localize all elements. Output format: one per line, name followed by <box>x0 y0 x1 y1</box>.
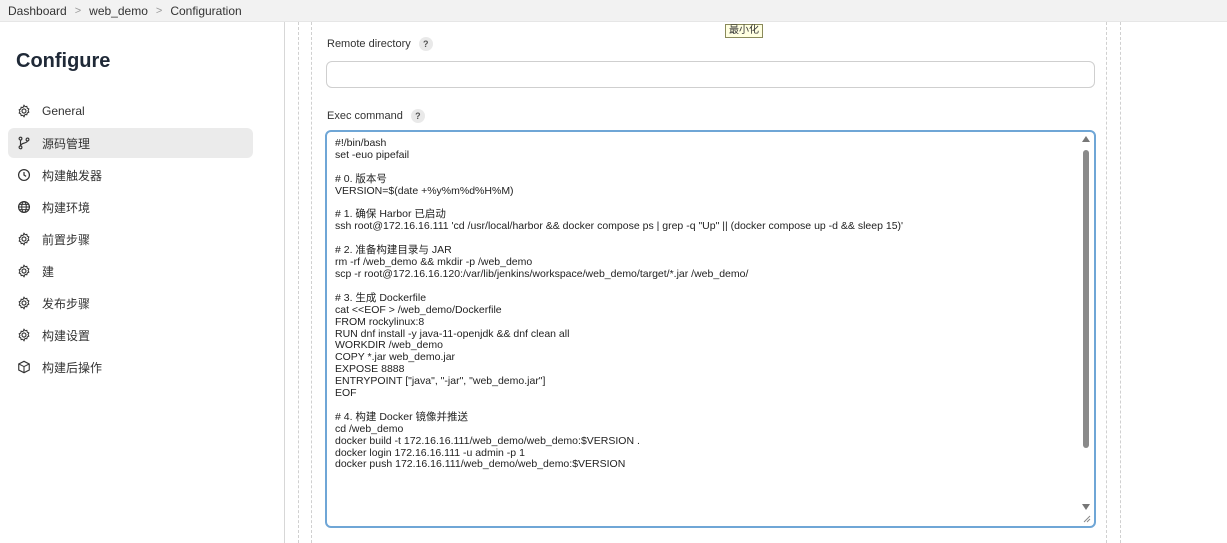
gear-icon <box>16 231 32 247</box>
section-border-left-inner <box>311 22 312 543</box>
tooltip: 最小化 <box>725 24 763 38</box>
sidebar-item-label: 构建触发器 <box>42 168 103 183</box>
sidebar-item-label: 构建环境 <box>42 200 91 215</box>
remote-directory-label: Remote directory ? <box>327 37 433 51</box>
sidebar-item-pre-steps[interactable]: 前置步骤 <box>8 224 253 254</box>
help-icon[interactable]: ? <box>418 37 433 51</box>
breadcrumb-separator: > <box>155 4 163 17</box>
package-icon <box>16 359 32 375</box>
sidebar-item-post-steps[interactable]: 发布步骤 <box>8 288 253 318</box>
sidebar-item-build-settings[interactable]: 构建设置 <box>8 320 253 350</box>
sidebar-item-label: 建 <box>42 264 55 279</box>
breadcrumb-configuration[interactable]: Configuration <box>170 4 241 18</box>
page-title: Configure <box>16 50 111 72</box>
sidebar-item-label: 发布步骤 <box>42 296 91 311</box>
exec-command-textarea[interactable]: #!/bin/bash set -euo pipefail # 0. 版本号 V… <box>325 130 1096 528</box>
sidebar-divider <box>284 22 285 543</box>
section-border-right-inner <box>1106 22 1107 543</box>
sidebar: Configure General 源码管理 构建触发器 构建环境 前置步骤 建… <box>0 22 270 543</box>
breadcrumb-dashboard[interactable]: Dashboard <box>8 4 67 18</box>
sidebar-item-post-build-actions[interactable]: 构建后操作 <box>8 352 253 382</box>
breadcrumb: Dashboard > web_demo > Configuration <box>0 0 1227 22</box>
scrollbar-thumb[interactable] <box>1083 150 1089 448</box>
gear-icon <box>16 263 32 279</box>
remote-directory-label-text: Remote directory <box>327 38 411 50</box>
breadcrumb-web-demo[interactable]: web_demo <box>89 4 148 18</box>
breadcrumb-separator: > <box>74 4 82 17</box>
sidebar-item-build[interactable]: 建 <box>8 256 253 286</box>
scroll-down-arrow-icon[interactable] <box>1082 504 1090 510</box>
sidebar-item-label: 源码管理 <box>42 136 91 151</box>
section-border-right <box>1120 22 1121 543</box>
branch-icon <box>16 135 32 151</box>
resize-handle-icon[interactable] <box>1083 515 1091 523</box>
sidebar-item-label: 构建设置 <box>42 328 91 343</box>
scroll-up-arrow-icon[interactable] <box>1082 136 1090 142</box>
globe-icon <box>16 199 32 215</box>
section-border-left <box>298 22 299 543</box>
sidebar-item-label: 前置步骤 <box>42 232 91 247</box>
exec-command-label: Exec command ? <box>327 109 425 123</box>
gear-icon <box>16 327 32 343</box>
gear-icon <box>16 103 32 119</box>
remote-directory-input[interactable] <box>326 61 1095 88</box>
sidebar-item-build-environment[interactable]: 构建环境 <box>8 192 253 222</box>
sidebar-item-label: General <box>42 104 85 118</box>
sidebar-item-source-code[interactable]: 源码管理 <box>8 128 253 158</box>
sidebar-item-build-triggers[interactable]: 构建触发器 <box>8 160 253 190</box>
sidebar-item-general[interactable]: General <box>8 96 253 126</box>
clock-icon <box>16 167 32 183</box>
exec-command-label-text: Exec command <box>327 110 403 122</box>
gear-icon <box>16 295 32 311</box>
exec-command-text[interactable]: #!/bin/bash set -euo pipefail # 0. 版本号 V… <box>335 137 1075 471</box>
sidebar-item-label: 构建后操作 <box>42 360 103 375</box>
help-icon[interactable]: ? <box>410 109 425 123</box>
